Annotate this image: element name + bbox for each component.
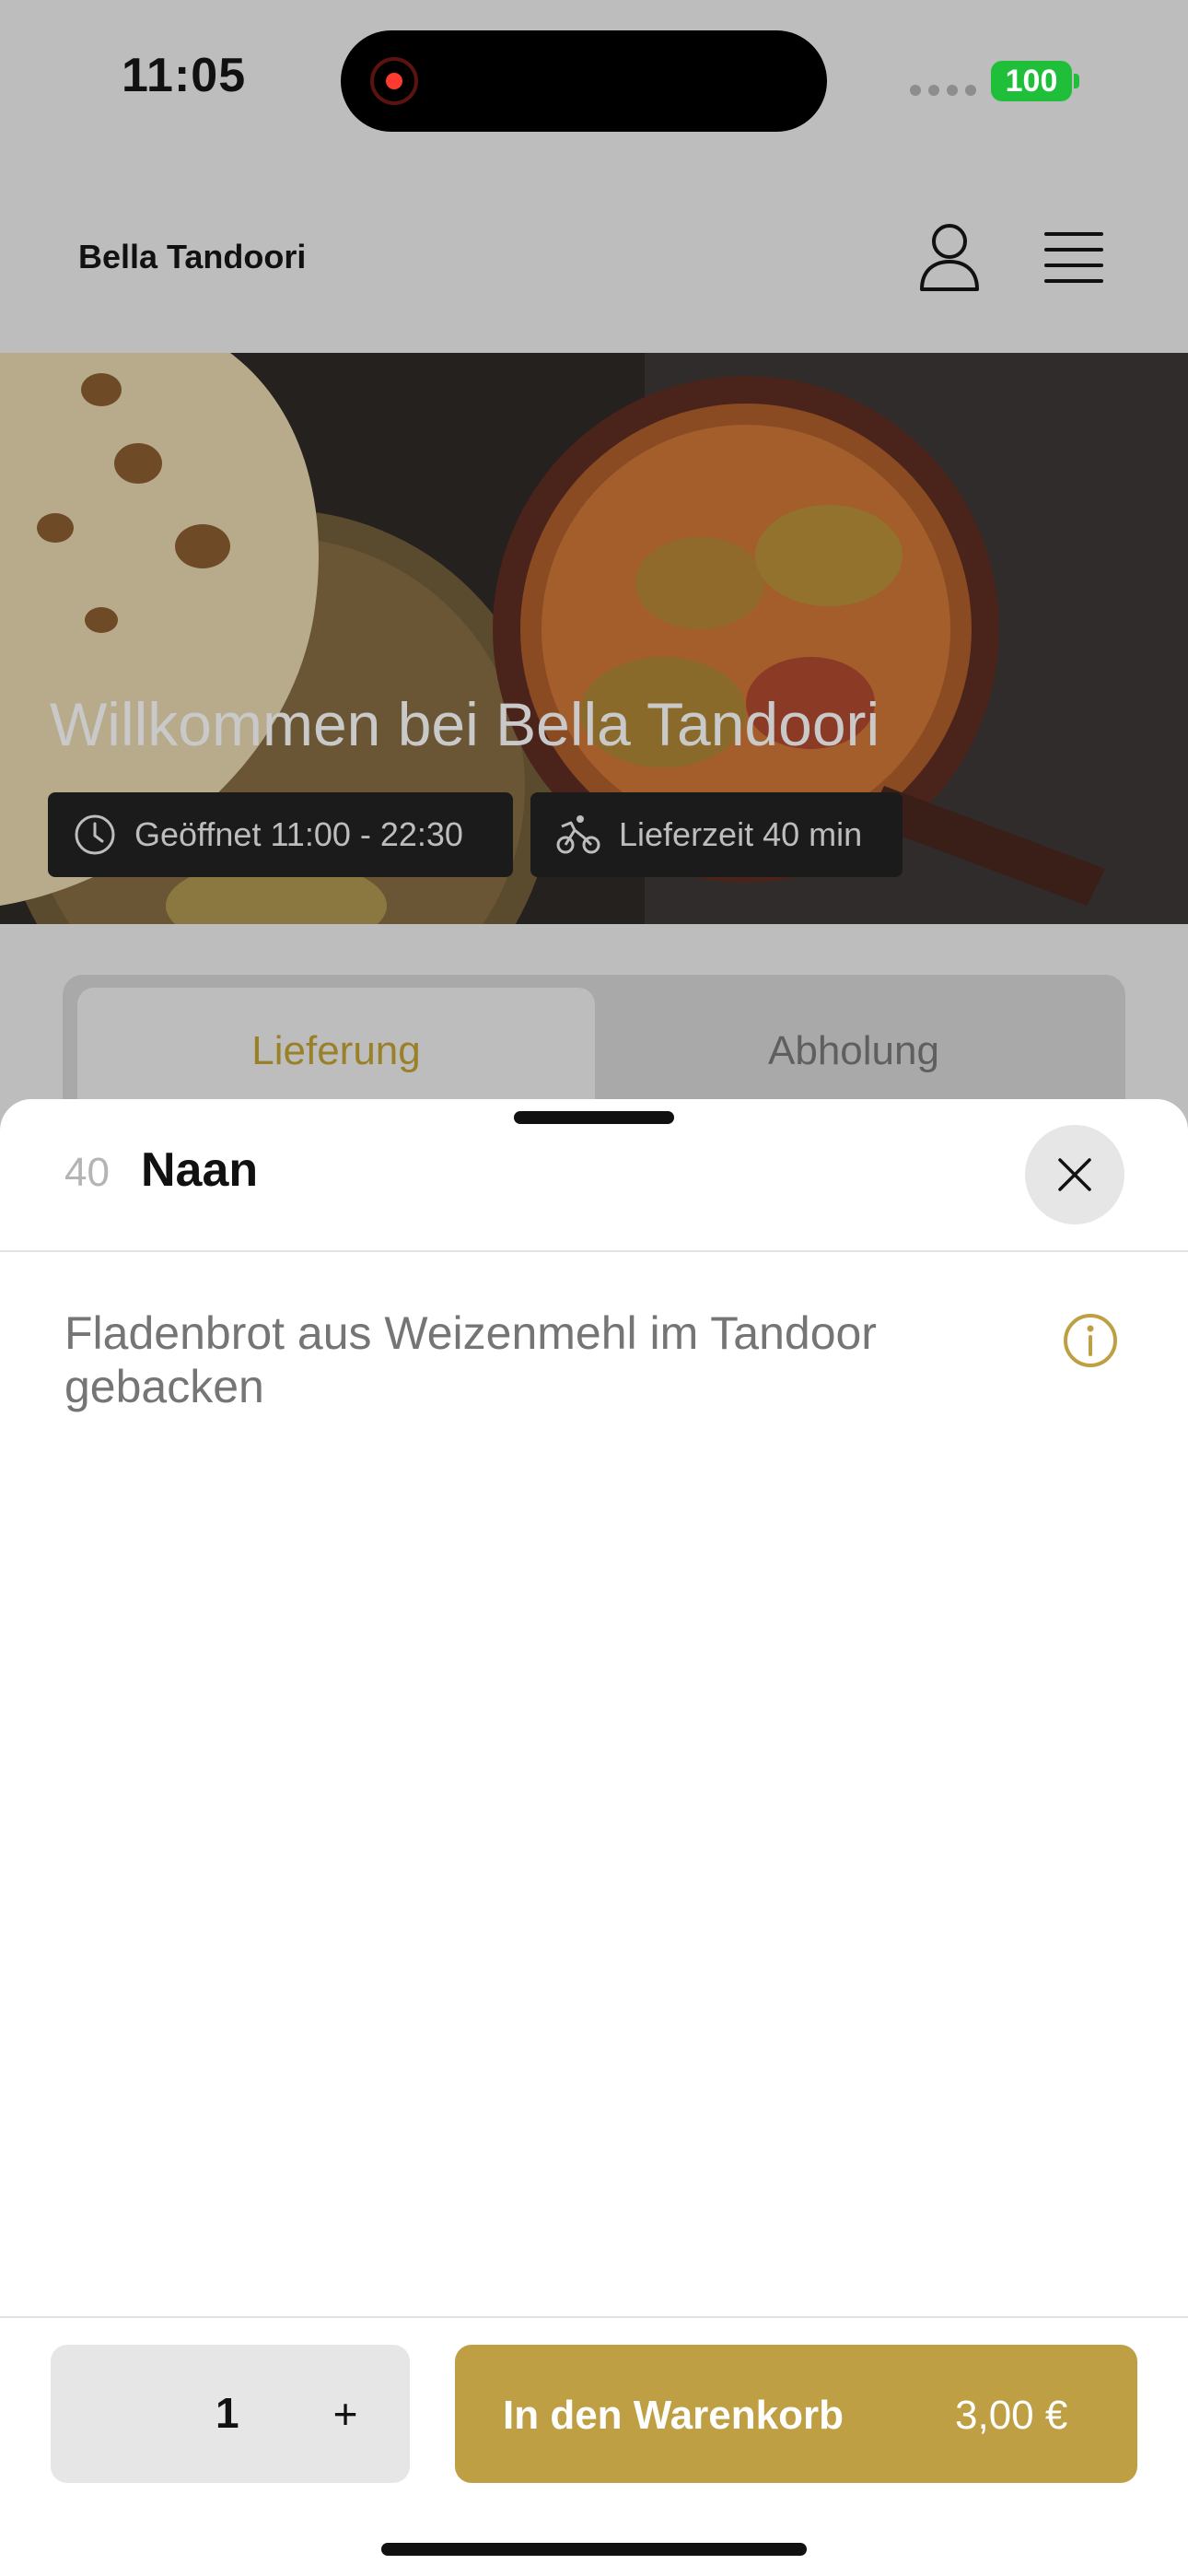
add-to-cart-label: In den Warenkorb — [503, 2393, 844, 2438]
home-indicator — [381, 2543, 807, 2556]
add-to-cart-price: 3,00 € — [955, 2393, 1068, 2438]
brand-name[interactable]: Bella Tandoori — [78, 238, 306, 276]
record-icon — [370, 57, 418, 105]
sheet-grabber[interactable] — [514, 1111, 674, 1124]
footer-divider — [0, 2316, 1188, 2318]
bicycle-icon — [556, 815, 600, 854]
signal-icon — [910, 85, 976, 96]
info-icon[interactable] — [1062, 1312, 1119, 1369]
clock-icon — [75, 814, 115, 855]
menu-icon[interactable] — [1044, 232, 1103, 284]
item-name: Naan — [141, 1143, 259, 1197]
opening-hours-chip: Geöffnet 11:00 - 22:30 — [48, 792, 513, 877]
opening-hours-text: Geöffnet 11:00 - 22:30 — [134, 815, 463, 853]
battery-icon: 100 — [991, 61, 1072, 101]
sheet-divider — [0, 1250, 1188, 1252]
user-icon[interactable] — [917, 221, 982, 295]
quantity-plus-button[interactable]: + — [313, 2372, 378, 2455]
quantity-value: 1 — [215, 2389, 239, 2437]
item-number: 40 — [64, 1150, 110, 1195]
close-button[interactable] — [1025, 1125, 1124, 1224]
delivery-time-chip: Lieferzeit 40 min — [530, 792, 903, 877]
hero-title: Willkommen bei Bella Tandoori — [50, 690, 880, 758]
delivery-time-text: Lieferzeit 40 min — [619, 815, 863, 853]
item-description: Fladenbrot aus Weizenmehl im Tandoor geb… — [64, 1307, 877, 1412]
battery-cap — [1074, 74, 1079, 88]
status-time: 11:05 — [122, 49, 247, 102]
close-icon — [1058, 1158, 1091, 1191]
